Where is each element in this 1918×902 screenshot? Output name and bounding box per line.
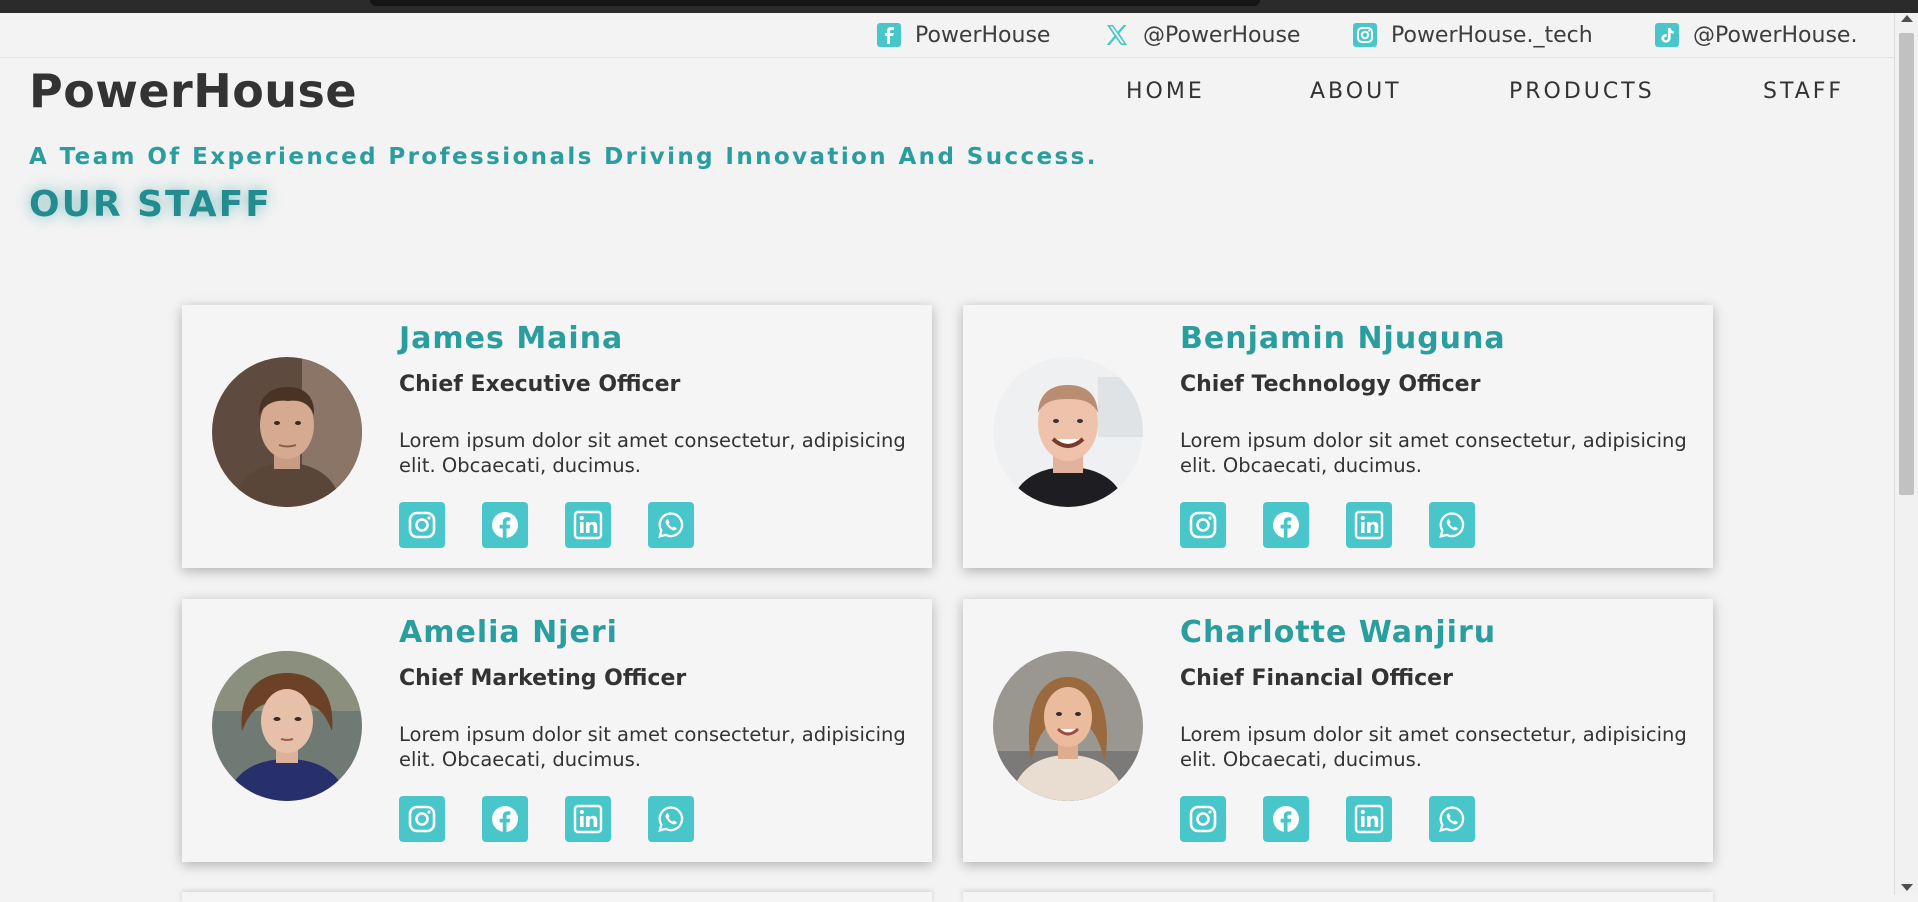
linkedin-icon [573,510,603,540]
staff-card: Amelia Njeri Chief Marketing Officer Lor… [182,599,932,862]
whatsapp-icon [1439,806,1465,832]
section-title: OUR STAFF [29,184,272,225]
staff-role: Chief Marketing Officer [399,666,687,691]
nav-about[interactable]: ABOUT [1310,79,1402,104]
staff-name: Benjamin Njuguna [1180,321,1506,356]
linkedin-icon [1354,804,1384,834]
linkedin-button[interactable] [1346,796,1392,842]
whatsapp-button[interactable] [648,502,694,548]
facebook-button[interactable] [1263,502,1309,548]
staff-card-partial [182,892,932,902]
linkedin-button[interactable] [565,796,611,842]
scroll-down-icon[interactable] [1901,884,1913,891]
staff-name: Charlotte Wanjiru [1180,615,1497,650]
staff-role: Chief Technology Officer [1180,372,1481,397]
facebook-button[interactable] [1263,796,1309,842]
social-tiktok-link[interactable]: @PowerHouse. [1655,22,1857,48]
linkedin-button[interactable] [565,502,611,548]
facebook-icon [1273,512,1299,538]
social-facebook-label: PowerHouse [915,22,1051,48]
staff-name: Amelia Njeri [399,615,618,650]
staff-bio: Lorem ipsum dolor sit amet consectetur, … [1180,429,1687,477]
social-x-label: @PowerHouse [1143,22,1301,48]
instagram-button[interactable] [399,796,445,842]
whatsapp-button[interactable] [1429,796,1475,842]
facebook-icon [492,806,518,832]
scroll-thumb[interactable] [1899,33,1914,495]
whatsapp-button[interactable] [1429,502,1475,548]
tiktok-icon [1655,23,1679,47]
linkedin-button[interactable] [1346,502,1392,548]
brand-logo[interactable]: PowerHouse [29,64,357,118]
scroll-up-icon[interactable] [1901,15,1913,22]
browser-tab-shadow [370,0,1260,6]
page-scrollbar[interactable] [1894,13,1918,895]
social-x-link[interactable]: @PowerHouse [1105,22,1300,48]
instagram-icon [1353,23,1377,47]
whatsapp-button[interactable] [648,796,694,842]
staff-card: Benjamin Njuguna Chief Technology Office… [963,305,1713,568]
facebook-button[interactable] [482,796,528,842]
staff-card: Charlotte Wanjiru Chief Financial Office… [963,599,1713,862]
avatar [993,357,1143,507]
staff-bio: Lorem ipsum dolor sit amet consectetur, … [399,723,906,771]
whatsapp-icon [1439,512,1465,538]
staff-socials [1180,796,1475,842]
staff-bio: Lorem ipsum dolor sit amet consectetur, … [399,429,906,477]
facebook-icon [877,23,901,47]
avatar [212,651,362,801]
staff-card-partial [963,892,1713,902]
staff-name: James Maina [399,321,624,356]
staff-socials [399,796,694,842]
social-instagram-label: PowerHouse._tech [1391,22,1593,48]
social-tiktok-label: @PowerHouse. [1693,22,1858,48]
instagram-icon [1189,511,1217,539]
avatar [993,651,1143,801]
staff-bio: Lorem ipsum dolor sit amet consectetur, … [1180,723,1687,771]
whatsapp-icon [658,512,684,538]
instagram-icon [408,805,436,833]
linkedin-icon [573,804,603,834]
browser-top-strip [0,0,1918,13]
social-instagram-link[interactable]: PowerHouse._tech [1353,22,1593,48]
staff-socials [1180,502,1475,548]
facebook-icon [1273,806,1299,832]
instagram-icon [408,511,436,539]
nav-home[interactable]: HOME [1126,79,1205,104]
instagram-icon [1189,805,1217,833]
social-facebook-link[interactable]: PowerHouse [877,22,1050,48]
avatar [212,357,362,507]
staff-card: James Maina Chief Executive Officer Lore… [182,305,932,568]
social-bar: PowerHouse @PowerHouse PowerHouse._tech … [0,13,1895,58]
instagram-button[interactable] [1180,502,1226,548]
staff-role: Chief Financial Officer [1180,666,1453,691]
instagram-button[interactable] [1180,796,1226,842]
facebook-button[interactable] [482,502,528,548]
instagram-button[interactable] [399,502,445,548]
nav-staff[interactable]: STAFF [1763,79,1844,104]
hero-tagline: A Team Of Experienced Professionals Driv… [29,144,1098,170]
staff-socials [399,502,694,548]
staff-role: Chief Executive Officer [399,372,681,397]
x-twitter-icon [1105,23,1129,47]
whatsapp-icon [658,806,684,832]
nav-products[interactable]: PRODUCTS [1509,79,1655,104]
linkedin-icon [1354,510,1384,540]
facebook-icon [492,512,518,538]
